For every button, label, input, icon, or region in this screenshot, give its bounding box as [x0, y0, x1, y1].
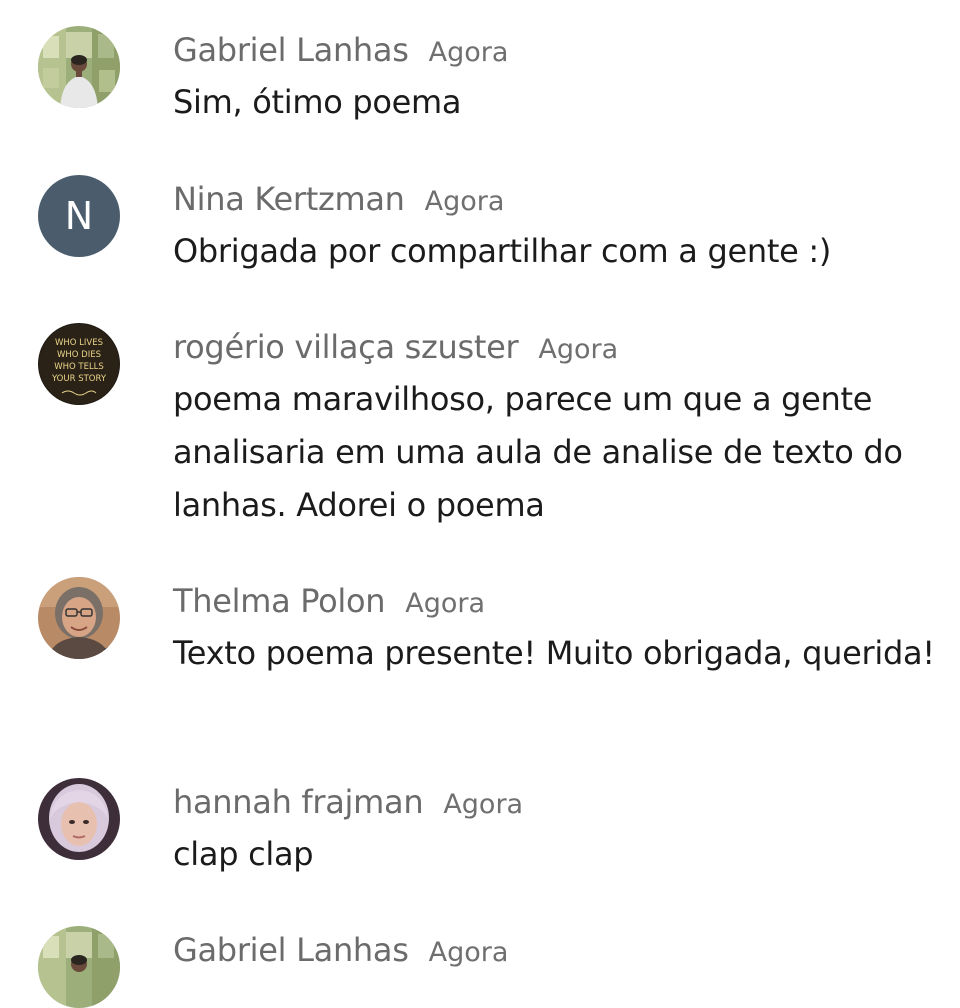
comment-header: Gabriel Lanhas Agora — [173, 926, 508, 974]
timestamp: Agora — [428, 37, 509, 68]
comment-header: Nina Kertzman Agora — [173, 175, 504, 223]
timestamp: Agora — [428, 937, 509, 968]
avatar-poster-line: WHO DIES — [57, 350, 101, 360]
avatar-poster-line: WHO TELLS — [54, 362, 104, 372]
comment-text: poema maravilhoso, parece um que a gente… — [173, 380, 903, 524]
avatar-poster-line: YOUR STORY — [51, 374, 107, 384]
timestamp: Agora — [443, 789, 524, 820]
avatar[interactable]: WHO LIVES WHO DIES WHO TELLS YOUR STORY — [38, 323, 120, 405]
comment-header: Thelma Polon Agora — [173, 577, 485, 625]
timestamp: Agora — [424, 186, 505, 217]
comment-header: hannah frajman Agora — [173, 778, 523, 826]
timestamp: Agora — [405, 588, 486, 619]
avatar[interactable]: N — [38, 175, 120, 257]
author-name[interactable]: Gabriel Lanhas — [173, 931, 409, 969]
avatar-photo — [38, 577, 120, 659]
avatar-photo — [38, 926, 120, 1008]
avatar[interactable] — [38, 926, 120, 1008]
avatar[interactable] — [38, 778, 120, 860]
comment-text: Obrigada por compartilhar com a gente :) — [173, 232, 832, 270]
avatar-poster: WHO LIVES WHO DIES WHO TELLS YOUR STORY — [38, 323, 120, 405]
comment-text: clap clap — [173, 835, 314, 873]
author-name[interactable]: hannah frajman — [173, 783, 424, 821]
comment-text: Texto poema presente! Muito obrigada, qu… — [173, 634, 935, 672]
avatar-poster-line: WHO LIVES — [55, 338, 103, 348]
timestamp: Agora — [538, 334, 619, 365]
author-name[interactable]: Gabriel Lanhas — [173, 31, 409, 69]
avatar-photo — [38, 778, 120, 860]
author-name[interactable]: rogério villaça szuster — [173, 328, 519, 366]
avatar[interactable] — [38, 26, 120, 108]
comment-header: rogério villaça szuster Agora — [173, 323, 618, 371]
avatar-photo — [38, 26, 120, 108]
author-name[interactable]: Nina Kertzman — [173, 180, 405, 218]
avatar[interactable] — [38, 577, 120, 659]
comment-header: Gabriel Lanhas Agora — [173, 26, 508, 74]
comment-text: Sim, ótimo poema — [173, 83, 462, 121]
author-name[interactable]: Thelma Polon — [173, 582, 386, 620]
